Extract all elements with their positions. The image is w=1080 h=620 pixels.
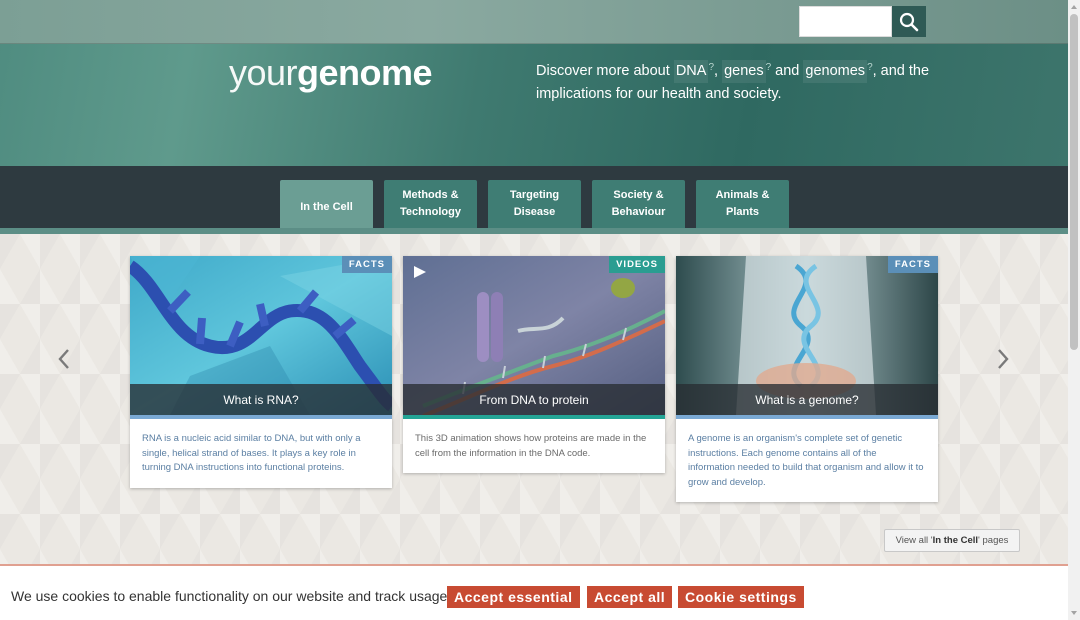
card-title: From DNA to protein (403, 384, 665, 415)
cookie-settings-button[interactable]: Cookie settings (678, 586, 804, 608)
search-input[interactable] (799, 6, 892, 37)
glossary-term-genomes[interactable]: genomes (803, 60, 868, 83)
card-dna-to-protein[interactable]: VIDEOS From DNA to protein This 3D anima… (403, 256, 665, 474)
scroll-down-arrow-icon[interactable] (1070, 608, 1078, 618)
tab-targeting-disease[interactable]: Targeting Disease (488, 180, 581, 228)
accept-all-button[interactable]: Accept all (587, 586, 673, 608)
glossary-marker-genomes[interactable]: ? (867, 62, 873, 73)
card-image: VIDEOS From DNA to protein (403, 256, 665, 415)
card-image: FACTS What is a genome? (676, 256, 938, 415)
search-icon (899, 12, 919, 31)
content-carousel: FACTS What is RNA? RNA is a nucleic acid… (0, 234, 1068, 564)
view-all-section: In the Cell (932, 535, 979, 546)
chevron-right-icon (998, 349, 1009, 369)
card-description: A genome is an organism's complete set o… (688, 433, 924, 488)
glossary-marker-dna[interactable]: ? (708, 62, 714, 73)
tagline-comma: , (714, 63, 719, 79)
accept-essential-button[interactable]: Accept essential (447, 586, 580, 608)
card-description: This 3D animation shows how proteins are… (415, 433, 647, 459)
tab-label: Animals & Plants (715, 189, 770, 218)
card-badge: FACTS (887, 256, 938, 273)
scroll-up-arrow-icon[interactable] (1070, 2, 1078, 12)
card-title: What is a genome? (676, 384, 938, 415)
carousel-next-button[interactable] (991, 345, 1015, 373)
card-image: FACTS What is RNA? (130, 256, 392, 415)
logo-genome: genome (297, 52, 433, 93)
site-logo[interactable]: yourgenome (229, 52, 433, 94)
tagline-and-the: , and the (872, 63, 930, 79)
card-badge: FACTS (341, 256, 392, 273)
glossary-term-dna[interactable]: DNA (673, 60, 709, 83)
tagline-and: and (775, 63, 800, 79)
play-icon[interactable] (413, 265, 427, 279)
card-what-is-rna[interactable]: FACTS What is RNA? RNA is a nucleic acid… (130, 256, 392, 488)
site-header: yourgenome Discover more about DNA?, gen… (0, 0, 1068, 166)
tagline: Discover more about DNA?, genes? and gen… (536, 60, 936, 106)
page-scrollbar[interactable] (1068, 0, 1080, 620)
search-button[interactable] (892, 6, 926, 37)
scroll-thumb[interactable] (1070, 14, 1078, 350)
glossary-term-genes[interactable]: genes (722, 60, 766, 83)
carousel-prev-button[interactable] (52, 345, 76, 373)
tab-label: Methods & Technology (400, 189, 461, 218)
tab-animals-plants[interactable]: Animals & Plants (696, 180, 789, 228)
chevron-left-icon (58, 349, 69, 369)
tab-methods-technology[interactable]: Methods & Technology (384, 180, 477, 228)
card-title: What is RNA? (130, 384, 392, 415)
tab-society-behaviour[interactable]: Society & Behaviour (592, 180, 685, 228)
main-nav: In the Cell Methods & Technology Targetin… (0, 166, 1068, 234)
tab-label: Society & Behaviour (611, 189, 666, 218)
tagline-suffix: implications for our health and society. (536, 86, 782, 102)
view-all-suffix: ' pages (978, 535, 1009, 546)
tagline-prefix: Discover more about (536, 63, 674, 79)
tab-label: In the Cell (300, 200, 353, 213)
glossary-marker-genes[interactable]: ? (766, 62, 772, 73)
card-badge: VIDEOS (609, 256, 665, 273)
cookie-message: We use cookies to enable functionality o… (11, 588, 452, 604)
cookie-banner: We use cookies to enable functionality o… (0, 564, 1068, 620)
logo-your: your (229, 52, 298, 93)
view-all-button[interactable]: View all ' In the Cell ' pages (884, 529, 1020, 552)
card-what-is-a-genome[interactable]: FACTS What is a genome? A genome is an o… (676, 256, 938, 503)
view-all-prefix: View all ' (895, 535, 933, 546)
card-description: RNA is a nucleic acid similar to DNA, bu… (142, 433, 361, 474)
tab-in-the-cell[interactable]: In the Cell (280, 180, 373, 234)
tab-label: Targeting Disease (509, 189, 560, 218)
